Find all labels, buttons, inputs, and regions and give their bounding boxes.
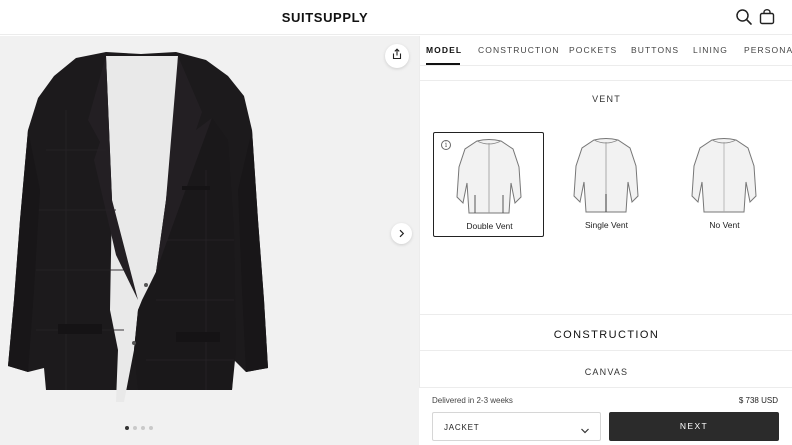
single-vent-image [573, 138, 639, 213]
next-button[interactable]: NEXT [609, 412, 779, 441]
delivery-text: Delivered in 2-3 weeks [432, 396, 513, 405]
chevron-down-icon [580, 423, 590, 441]
pagination-dot[interactable] [133, 426, 137, 430]
top-header: SUITSUPPLY [0, 0, 792, 35]
pagination-dot[interactable] [125, 426, 129, 430]
tab-buttons[interactable]: BUTTONS [631, 45, 679, 55]
vent-option-single[interactable]: Single Vent [551, 132, 662, 237]
tab-model[interactable]: MODEL [426, 45, 462, 55]
search-icon[interactable] [735, 8, 753, 26]
shopping-bag-icon[interactable] [758, 8, 776, 26]
garment-select-value: JACKET [444, 423, 480, 432]
info-icon[interactable]: i [441, 140, 451, 150]
no-vent-image [691, 138, 757, 213]
double-vent-image [456, 139, 522, 214]
configurator-panel: MODEL CONSTRUCTION POCKETS BUTTONS LININ… [419, 36, 792, 445]
brand-logo[interactable]: SUITSUPPLY [0, 10, 650, 25]
tab-pockets[interactable]: POCKETS [569, 45, 617, 55]
vent-option-label: No Vent [709, 220, 740, 230]
tab-lining[interactable]: LINING [693, 45, 728, 55]
construction-section-title: CONSTRUCTION [553, 329, 660, 341]
product-image-stage [0, 36, 419, 445]
price-text: $ 738 USD [738, 396, 778, 405]
tab-bar: MODEL CONSTRUCTION POCKETS BUTTONS LININ… [420, 36, 792, 66]
canvas-section-label: CANVAS [584, 367, 629, 377]
share-icon [391, 47, 403, 65]
next-image-button[interactable] [391, 223, 412, 244]
pagination-dot[interactable] [149, 426, 153, 430]
chevron-right-icon [397, 225, 406, 243]
active-tab-indicator [426, 63, 460, 65]
jacket-image [8, 52, 268, 402]
purchase-footer: Delivered in 2-3 weeks $ 738 USD JACKET … [419, 387, 792, 445]
vent-option-label: Double Vent [466, 221, 513, 231]
image-pagination [125, 426, 153, 430]
share-button[interactable] [385, 44, 409, 68]
garment-select[interactable]: JACKET [432, 412, 601, 441]
pagination-dot[interactable] [141, 426, 145, 430]
divider [420, 350, 792, 351]
tab-personal[interactable]: PERSONAL [744, 45, 792, 55]
vent-option-none[interactable]: No Vent [669, 132, 780, 237]
vent-section-label: VENT [592, 94, 621, 104]
vent-option-label: Single Vent [584, 220, 628, 230]
tab-construction[interactable]: CONSTRUCTION [478, 45, 560, 55]
divider [420, 314, 792, 315]
divider [420, 80, 792, 81]
vent-option-double[interactable]: i Double Vent [433, 132, 544, 237]
